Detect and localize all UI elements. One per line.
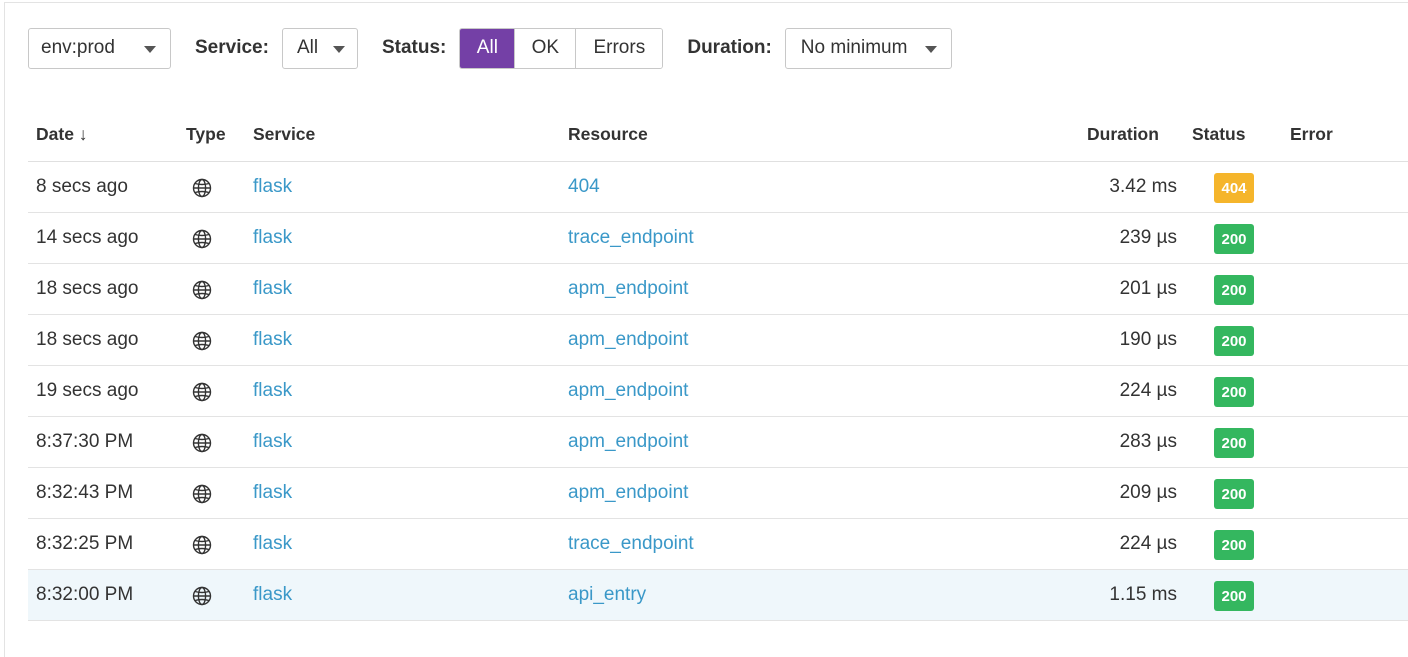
table-row[interactable]: 19 secs ago flask apm_endpoint 224 µs 200 <box>28 366 1408 417</box>
duration-select-value: No minimum <box>800 37 908 58</box>
row-date: 8:32:43 PM <box>36 482 134 503</box>
row-date: 8:37:30 PM <box>36 431 134 452</box>
table-row[interactable]: 8:32:25 PM flask trace_endpoint 224 µs 200 <box>28 519 1408 570</box>
column-header-resource[interactable]: Resource <box>568 124 648 145</box>
globe-icon <box>191 432 213 454</box>
row-service-link[interactable]: flask <box>253 482 292 504</box>
row-date: 19 secs ago <box>36 380 139 401</box>
column-header-status[interactable]: Status <box>1192 124 1245 145</box>
service-select-value: All <box>296 37 319 58</box>
status-option-all[interactable]: All <box>460 28 515 68</box>
table-row[interactable]: 14 secs ago flask trace_endpoint 239 µs 200 <box>28 213 1408 264</box>
chevron-down-icon <box>924 45 937 53</box>
globe-icon <box>191 279 213 301</box>
row-resource-link[interactable]: apm_endpoint <box>568 431 688 453</box>
status-badge: 200 <box>1214 479 1254 509</box>
row-resource-link[interactable]: trace_endpoint <box>568 227 694 249</box>
env-select-value: env:prod <box>41 37 115 58</box>
globe-icon <box>191 228 213 250</box>
service-filter-label: Service: <box>195 37 269 58</box>
table-row[interactable]: 8:37:30 PM flask apm_endpoint 283 µs 200 <box>28 417 1408 468</box>
row-date: 8:32:25 PM <box>36 533 134 554</box>
row-resource-link[interactable]: api_entry <box>568 584 646 606</box>
status-badge: 404 <box>1214 173 1254 203</box>
row-resource-link[interactable]: apm_endpoint <box>568 482 688 504</box>
row-duration: 3.42 ms <box>1109 176 1177 197</box>
status-badge: 200 <box>1214 275 1254 305</box>
status-badge: 200 <box>1214 224 1254 254</box>
filter-bar: env:prod Service: All Status: All OK Err… <box>28 27 952 69</box>
row-service-link[interactable]: flask <box>253 380 292 402</box>
chevron-down-icon <box>332 45 345 53</box>
globe-icon <box>191 177 213 199</box>
row-service-link[interactable]: flask <box>253 227 292 249</box>
row-date: 18 secs ago <box>36 278 139 299</box>
column-header-type[interactable]: Type <box>186 124 226 145</box>
status-badge: 200 <box>1214 326 1254 356</box>
row-duration: 190 µs <box>1119 329 1177 350</box>
row-resource-link[interactable]: 404 <box>568 176 600 198</box>
globe-icon <box>191 585 213 607</box>
globe-icon <box>191 381 213 403</box>
row-date: 14 secs ago <box>36 227 139 248</box>
duration-filter-label: Duration: <box>687 37 772 58</box>
row-duration: 1.15 ms <box>1109 584 1177 605</box>
row-duration: 224 µs <box>1119 533 1177 554</box>
env-select[interactable]: env:prod <box>28 27 171 69</box>
row-duration: 283 µs <box>1119 431 1177 452</box>
row-duration: 209 µs <box>1119 482 1177 503</box>
column-header-date[interactable]: Date ↓ <box>36 124 88 145</box>
column-header-service[interactable]: Service <box>253 124 315 145</box>
row-service-link[interactable]: flask <box>253 431 292 453</box>
table-body: 8 secs ago flask 404 3.42 ms 404 14 secs ago f… <box>28 162 1408 621</box>
table-header: Date ↓ Type Service Resource Duration St… <box>28 108 1408 162</box>
globe-icon <box>191 483 213 505</box>
row-resource-link[interactable]: apm_endpoint <box>568 278 688 300</box>
row-service-link[interactable]: flask <box>253 533 292 555</box>
duration-select[interactable]: No minimum <box>784 27 952 69</box>
table-row[interactable]: 18 secs ago flask apm_endpoint 190 µs 200 <box>28 315 1408 366</box>
status-option-errors[interactable]: Errors <box>575 28 663 68</box>
row-date: 18 secs ago <box>36 329 139 350</box>
column-header-duration[interactable]: Duration <box>1087 124 1159 145</box>
row-resource-link[interactable]: trace_endpoint <box>568 533 694 555</box>
globe-icon <box>191 534 213 556</box>
status-badge: 200 <box>1214 581 1254 611</box>
column-header-error[interactable]: Error <box>1290 124 1333 145</box>
table-row[interactable]: 18 secs ago flask apm_endpoint 201 µs 200 <box>28 264 1408 315</box>
row-duration: 201 µs <box>1119 278 1177 299</box>
row-resource-link[interactable]: apm_endpoint <box>568 329 688 351</box>
row-service-link[interactable]: flask <box>253 329 292 351</box>
row-duration: 239 µs <box>1119 227 1177 248</box>
row-duration: 224 µs <box>1119 380 1177 401</box>
row-resource-link[interactable]: apm_endpoint <box>568 380 688 402</box>
chevron-down-icon <box>144 45 156 53</box>
status-badge: 200 <box>1214 530 1254 560</box>
row-service-link[interactable]: flask <box>253 584 292 606</box>
row-service-link[interactable]: flask <box>253 278 292 300</box>
row-service-link[interactable]: flask <box>253 176 292 198</box>
status-filter-label: Status: <box>381 37 447 58</box>
traces-table: Date ↓ Type Service Resource Duration St… <box>28 108 1408 621</box>
row-date: 8 secs ago <box>36 176 128 197</box>
globe-icon <box>191 330 213 352</box>
table-row[interactable]: 8:32:00 PM flask api_entry 1.15 ms 200 <box>28 570 1408 621</box>
status-option-ok[interactable]: OK <box>514 28 576 68</box>
status-badge: 200 <box>1214 428 1254 458</box>
status-badge: 200 <box>1214 377 1254 407</box>
status-segmented-control: All OK Errors <box>459 27 664 69</box>
row-date: 8:32:00 PM <box>36 584 134 605</box>
service-select[interactable]: All <box>281 27 358 69</box>
table-row[interactable]: 8 secs ago flask 404 3.42 ms 404 <box>28 162 1408 213</box>
table-row[interactable]: 8:32:43 PM flask apm_endpoint 209 µs 200 <box>28 468 1408 519</box>
